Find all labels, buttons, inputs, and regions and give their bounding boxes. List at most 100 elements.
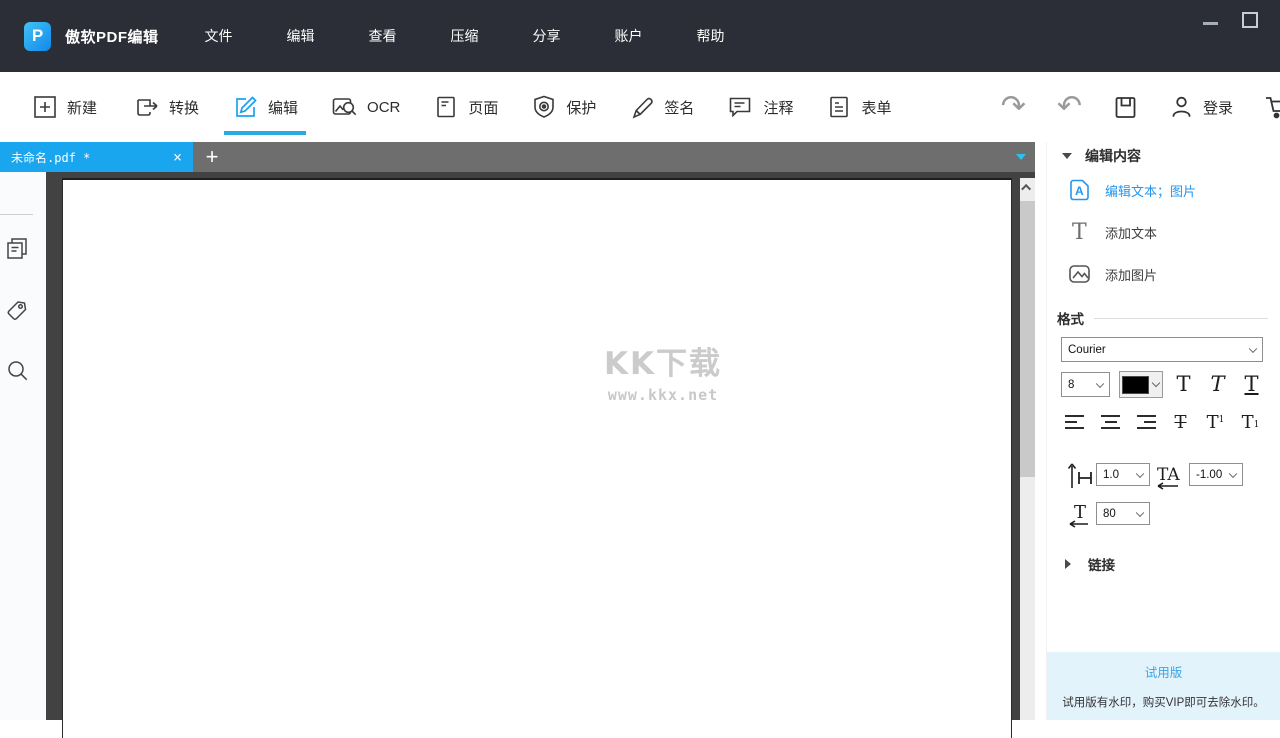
form-icon <box>826 94 852 120</box>
italic-button[interactable]: T <box>1202 368 1233 400</box>
section-title: 编辑内容 <box>1085 146 1141 166</box>
svg-text:TA: TA <box>1157 465 1180 485</box>
scrollbar-thumb[interactable] <box>1020 201 1035 477</box>
document-tab[interactable]: 未命名.pdf * × <box>0 142 193 172</box>
toolbar-item-page[interactable]: 页面 <box>433 72 498 142</box>
menu-file[interactable]: 文件 <box>205 26 233 46</box>
cart-icon[interactable] <box>1264 94 1280 121</box>
vertical-scrollbar[interactable] <box>1020 178 1035 720</box>
chevron-down-icon <box>1249 344 1257 352</box>
toolbar-item-sign[interactable]: 签名 <box>629 72 694 142</box>
login-label: 登录 <box>1203 97 1233 118</box>
menu-view[interactable]: 查看 <box>369 26 397 46</box>
align-center-button[interactable] <box>1095 406 1126 438</box>
toolbar: 新建 转换 编辑 <box>0 72 1280 142</box>
pdf-page-canvas[interactable]: KK下载 www.kkx.net <box>62 178 1012 738</box>
paragraph-buttons: T T1 T1 <box>1060 406 1266 438</box>
horizontal-scale-value: 80 <box>1103 508 1116 520</box>
toolbar-item-label: 转换 <box>169 97 199 118</box>
add-text-item[interactable]: T 添加文本 <box>1067 218 1157 246</box>
toolbar-item-comment[interactable]: 注释 <box>727 72 793 142</box>
add-image-item[interactable]: 添加图片 <box>1067 260 1157 288</box>
svg-text:T: T <box>1074 502 1086 523</box>
horizontal-scale-icon: T <box>1067 498 1095 530</box>
strikethrough-button[interactable]: T <box>1165 406 1196 438</box>
menubar: 文件 编辑 查看 压缩 分享 账户 帮助 <box>205 26 725 46</box>
toolbar-item-label: OCR <box>367 99 400 116</box>
ocr-icon <box>331 94 358 120</box>
save-icon[interactable] <box>1113 95 1138 120</box>
tab-list-dropdown-icon[interactable] <box>1016 154 1026 160</box>
font-size-select[interactable]: 8 <box>1061 372 1110 397</box>
toolbar-item-new[interactable]: 新建 <box>32 72 97 142</box>
toolbar-item-label: 注释 <box>763 97 793 118</box>
trial-badge[interactable]: 试用版 <box>1047 662 1280 681</box>
menu-share[interactable]: 分享 <box>533 26 561 46</box>
add-text-icon: T <box>1067 219 1092 245</box>
links-section-header[interactable]: 链接 <box>1065 554 1115 574</box>
bookmarks-tag-icon[interactable] <box>3 295 33 325</box>
scroll-up-button[interactable] <box>1020 178 1035 196</box>
redo-icon[interactable]: ↷ <box>1001 94 1026 120</box>
toolbar-item-convert[interactable]: 转换 <box>130 72 199 142</box>
underline-button[interactable]: T <box>1236 368 1267 400</box>
toolbar-item-protect[interactable]: 保护 <box>531 72 596 142</box>
expand-arrow-icon <box>1065 559 1071 569</box>
toolbar-left-group: 新建 转换 编辑 <box>32 72 891 142</box>
line-spacing-select[interactable]: 1.0 <box>1096 463 1150 486</box>
bold-button[interactable]: T <box>1168 368 1199 400</box>
edit-content-section-header[interactable]: 编辑内容 <box>1062 146 1141 166</box>
user-icon <box>1169 94 1194 120</box>
char-spacing-select[interactable]: -1.00 <box>1189 463 1243 486</box>
toolbar-item-edit[interactable]: 编辑 <box>232 72 298 142</box>
page-icon <box>433 94 459 120</box>
edit-pencil-icon <box>232 94 259 121</box>
comment-icon <box>727 94 754 120</box>
trial-banner: 试用版 试用版有水印，购买VIP即可去除水印。 <box>1047 652 1280 720</box>
font-style-buttons: T T T <box>1168 368 1267 400</box>
app-name: 傲软PDF编辑 <box>65 26 159 47</box>
char-spacing-value: -1.00 <box>1196 469 1222 481</box>
minimize-icon[interactable] <box>1203 22 1218 25</box>
align-left-button[interactable] <box>1060 406 1091 438</box>
collapse-arrow-icon <box>1062 153 1072 159</box>
new-tab-button[interactable]: + <box>198 142 226 172</box>
edit-text-image-item[interactable]: A 编辑文本；图片 <box>1067 176 1196 204</box>
font-color-select[interactable] <box>1119 371 1163 398</box>
maximize-icon[interactable] <box>1242 12 1258 28</box>
trial-note: 试用版有水印，购买VIP即可去除水印。 <box>1047 694 1280 710</box>
document-area: KK下载 www.kkx.net <box>46 172 1035 720</box>
line-spacing-value: 1.0 <box>1103 469 1119 481</box>
tab-bar: 未命名.pdf * × + <box>0 142 1035 172</box>
new-plus-icon <box>32 94 58 120</box>
toolbar-item-label: 签名 <box>664 97 694 118</box>
svg-text:T: T <box>1072 220 1087 245</box>
chevron-down-icon <box>1096 379 1104 387</box>
toolbar-item-ocr[interactable]: OCR <box>331 72 400 142</box>
line-spacing-icon <box>1067 460 1095 492</box>
page-thumbnails-icon[interactable] <box>3 234 33 264</box>
menu-help[interactable]: 帮助 <box>697 26 725 46</box>
protect-shield-icon <box>531 94 557 120</box>
watermark-url: www.kkx.net <box>583 386 743 404</box>
item-label: 编辑文本；图片 <box>1105 181 1196 200</box>
menu-account[interactable]: 账户 <box>615 26 643 46</box>
chevron-down-icon <box>1229 469 1237 477</box>
menu-compress[interactable]: 压缩 <box>451 26 479 46</box>
undo-icon[interactable]: ↶ <box>1057 94 1082 120</box>
color-swatch <box>1122 376 1149 394</box>
tab-close-icon[interactable]: × <box>173 150 182 165</box>
tab-title: 未命名.pdf * <box>11 149 90 166</box>
horizontal-scale-select[interactable]: 80 <box>1096 502 1150 525</box>
item-label: 添加文本 <box>1105 223 1157 242</box>
toolbar-item-form[interactable]: 表单 <box>826 72 891 142</box>
menu-edit[interactable]: 编辑 <box>287 26 315 46</box>
superscript-button[interactable]: T1 <box>1200 406 1231 438</box>
align-right-button[interactable] <box>1130 406 1161 438</box>
font-family-select[interactable]: Courier <box>1061 337 1263 362</box>
subscript-button[interactable]: T1 <box>1235 406 1266 438</box>
login-button[interactable]: 登录 <box>1169 94 1233 120</box>
toolbar-item-label: 新建 <box>67 97 97 118</box>
titlebar: P 傲软PDF编辑 文件 编辑 查看 压缩 分享 账户 帮助 <box>0 0 1280 72</box>
search-icon[interactable] <box>3 356 33 386</box>
